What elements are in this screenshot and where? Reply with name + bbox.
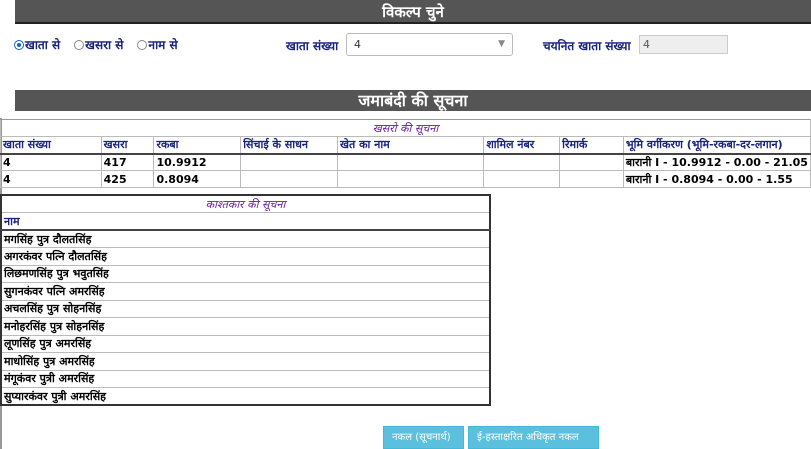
radio-by-name[interactable]: नाम से [137,36,178,53]
cell [240,153,338,171]
radio-khata-label: खाता से [25,38,61,52]
khasra-table: खसरो की सूचना खाता संख्या खसरा रकबा सिंच… [0,119,811,188]
cell: बारानी I - 10.9912 - 0.00 - 21.05 [622,153,811,171]
col-field-name: खेत का नाम [336,136,485,155]
list-item: लिछमणसिंह पुत्र भवुतसिंह [1,265,490,283]
copy-info-button[interactable]: नकल (सूचनार्थ) [383,426,464,449]
col-included-number: शामिल नंबर [483,136,561,155]
owner-name: अचलसिंह पुत्र सोहनसिंह [1,300,490,318]
cell [336,170,485,188]
radio-by-khata[interactable]: खाता से [14,36,60,53]
esigned-copy-button[interactable]: ई-हस्ताक्षरित अधिकृत नकल [468,426,599,449]
col-khasra: खसरा [100,136,155,155]
radio-khasra-dot[interactable] [74,39,85,50]
radio-name-label: नाम से [148,38,178,52]
cell: 425 [100,170,155,188]
khata-number-value: 4 [354,38,361,51]
owner-name: सुगनकंवर पत्नि अमरसिंह [1,282,490,301]
list-item: मगसिंह पुत्र दौलतसिंह [1,230,490,248]
owner-table-caption: काश्तकार की सूचना [1,195,490,213]
list-item: मनोहरसिंह पुत्र सोहनसिंह [1,317,490,336]
list-item: मंगूकंवर पुत्री अमरसिंह [1,370,490,388]
cell [483,170,561,188]
list-item: सुप्यारकंवर पुत्री अमरसिंह [1,387,490,406]
list-item: अगरकंवर पत्नि दौलतसिंह [1,247,490,266]
jamabandi-header: जमाबंदी की सूचना [15,90,811,111]
list-item: सुगनकंवर पत्नि अमरसिंह [1,282,490,301]
cell: 4 [0,153,102,171]
cell: 0.8094 [153,170,242,188]
col-khata: खाता संख्या [0,136,102,155]
table-row: 4 417 10.9912 बारानी I - 10.9912 - 0.00 … [0,153,811,171]
khasra-table-header-row: खाता संख्या खसरा रकबा सिंचाई के साधन खेत… [0,136,811,155]
cell [559,170,624,188]
cell: बारानी I - 0.8094 - 0.00 - 1.55 [622,170,811,188]
cell: 417 [100,153,155,171]
radio-name-dot[interactable] [137,39,148,50]
options-header: विकल्प चुने [15,0,811,24]
radio-by-khasra[interactable]: खसरा से [74,36,123,53]
cell [559,153,624,171]
radio-khasra-label: खसरा से [85,38,124,52]
selected-khata-label: चयनित खाता संख्या [543,39,631,53]
cell [336,153,485,171]
owner-name: लिछमणसिंह पुत्र भवुतसिंह [1,265,490,283]
owner-name: अगरकंवर पत्नि दौलतसिंह [1,247,490,266]
cell: 4 [0,170,102,188]
selected-khata-input[interactable]: 4 [639,35,728,54]
khata-number-select[interactable]: 4 ▼ [346,33,513,56]
owner-name: सुप्यारकंवर पुत्री अमरसिंह [1,387,490,406]
khata-number-label: खाता संख्या [286,39,339,53]
col-rakba: रकबा [153,136,242,155]
chevron-down-icon[interactable]: ▼ [498,34,505,55]
owner-name: मगसिंह पुत्र दौलतसिंह [1,230,490,248]
list-item: लूणसिंह पुत्र अमरसिंह [1,335,490,353]
col-remark: रिमार्क [559,136,624,155]
col-irrigation: सिंचाई के साधन [240,136,338,155]
owner-table: काश्तकार की सूचना नाम मगसिंह पुत्र दौलतस… [0,194,491,406]
owner-name: मनोहरसिंह पुत्र सोहनसिंह [1,317,490,336]
radio-khata-dot[interactable] [14,39,24,50]
cell [483,153,561,171]
table-row: 4 425 0.8094 बारानी I - 0.8094 - 0.00 - … [0,170,811,188]
owner-name: मंगूकंवर पुत्री अमरसिंह [1,370,490,388]
list-item: अचलसिंह पुत्र सोहनसिंह [1,300,490,318]
list-item: माधोसिंह पुत्र अमरसिंह [1,352,490,371]
owner-name: लूणसिंह पुत्र अमरसिंह [1,335,490,353]
owner-name: माधोसिंह पुत्र अमरसिंह [1,352,490,371]
cell [240,170,338,188]
cell: 10.9912 [153,153,242,171]
col-name: नाम [1,212,490,231]
search-mode-radios: खाता से खसरा से नाम से [14,36,192,53]
col-land-classification: भूमि वर्गीकरण (भूमि-रकबा-दर-लगान) [622,136,811,155]
khasra-table-caption: खसरो की सूचना [0,119,811,137]
